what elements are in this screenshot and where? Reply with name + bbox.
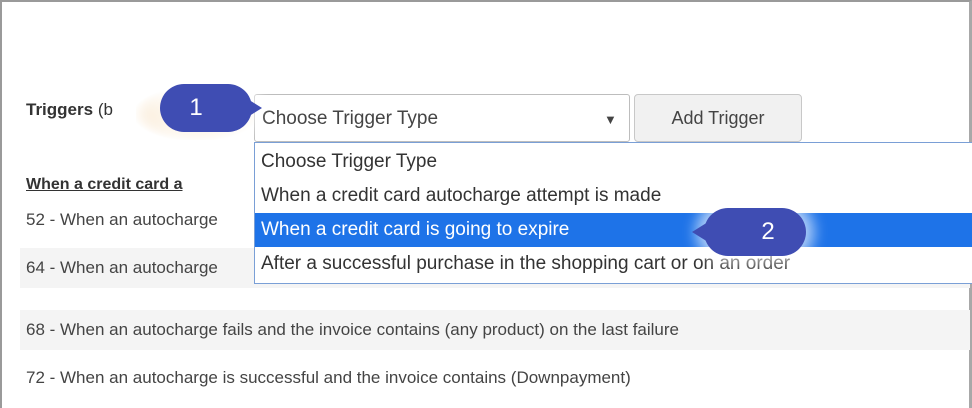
triggers-label-text: Triggers (26, 100, 94, 119)
trigger-type-dropdown: Choose Trigger Type When a credit card a… (254, 142, 972, 284)
callout-number: 2 (761, 218, 775, 245)
trigger-type-select-value: Choose Trigger Type (262, 108, 439, 129)
callout-step-1: 1 (160, 84, 262, 132)
section-heading: When a credit card a (26, 176, 183, 193)
dropdown-option[interactable]: After a successful purchase in the shopp… (255, 247, 972, 281)
list-item: 72 - When an autocharge is successful an… (26, 368, 631, 387)
dropdown-option-highlighted[interactable]: When a credit card is going to expire (255, 213, 972, 247)
triggers-label-paren: (b (97, 100, 113, 119)
callout-number: 1 (189, 94, 203, 121)
callout-step-2: 2 (692, 208, 806, 256)
dropdown-option[interactable]: When a credit card autocharge attempt is… (255, 179, 972, 213)
list-item: 68 - When an autocharge fails and the in… (20, 310, 970, 350)
dropdown-option[interactable]: Choose Trigger Type (255, 145, 972, 179)
triggers-label: Triggers (b (26, 100, 113, 120)
chevron-down-icon: ▼ (604, 112, 617, 127)
add-trigger-button[interactable]: Add Trigger (634, 94, 802, 142)
